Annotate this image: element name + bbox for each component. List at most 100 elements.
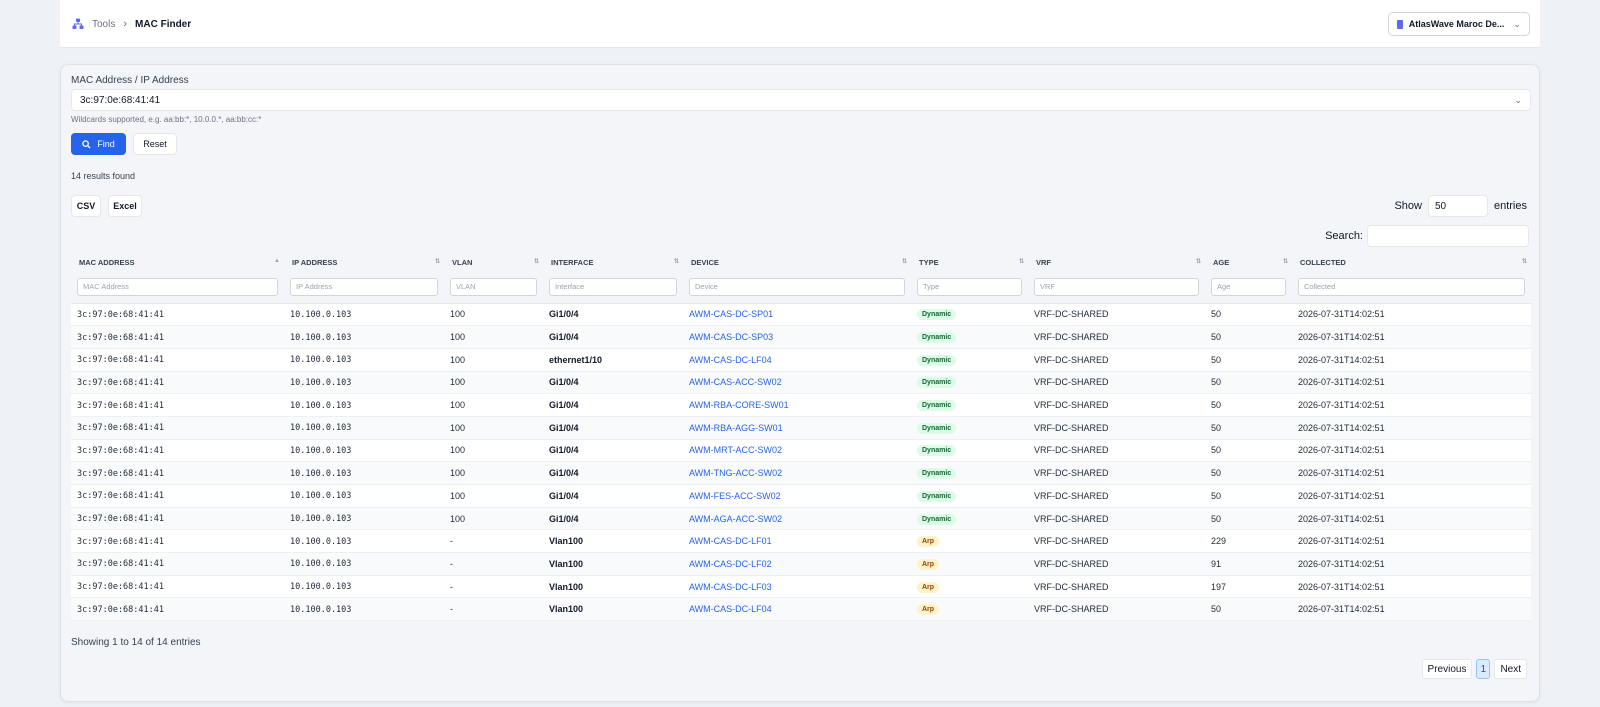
building-icon	[1397, 19, 1403, 29]
ip-cell: 10.100.0.103	[290, 536, 352, 547]
device-link-container: AWM-TNG-ACC-SW02	[683, 461, 911, 485]
ip-cell: 10.100.0.103	[290, 377, 352, 388]
column-header[interactable]: IP ADDRESS ⇅	[284, 251, 444, 273]
column-filter-input[interactable]: Collected	[1298, 277, 1525, 296]
column-header[interactable]: DEVICE ⇅	[683, 251, 911, 273]
find-button[interactable]: Find	[71, 133, 126, 155]
vrf-cell: VRF-DC-SHARED	[1034, 354, 1109, 365]
column-header[interactable]: COLLECTED ⇅	[1292, 251, 1531, 273]
age-cell: 50	[1211, 354, 1222, 365]
device-link[interactable]: AWM-MRT-ACC-SW02	[689, 445, 782, 455]
device-link-container: AWM-MRT-ACC-SW02	[683, 439, 911, 463]
column-header[interactable]: VRF ⇅	[1028, 251, 1205, 273]
vlan-cell-container: 100	[444, 325, 543, 349]
column-filter-input[interactable]: IP Address	[290, 277, 438, 296]
device-link[interactable]: AWM-CAS-DC-SP03	[689, 332, 773, 342]
column-header[interactable]: TYPE ⇅	[911, 251, 1028, 273]
table-header-row: MAC ADDRESS ▲ IP ADDRESS ⇅ VLAN ⇅ INTERFACE ⇅ DE…	[71, 251, 1531, 273]
age-cell: 50	[1211, 377, 1222, 388]
device-link[interactable]: AWM-TNG-ACC-SW02	[689, 468, 782, 478]
interface-cell-container: Vlan100	[543, 575, 683, 599]
interface-cell-container: Vlan100	[543, 552, 683, 576]
vrf-cell: VRF-DC-SHARED	[1034, 422, 1109, 433]
previous-page-button[interactable]: Previous	[1421, 659, 1473, 679]
interface-cell-container: ethernet1/10	[543, 348, 683, 372]
table-search: Search:	[1325, 225, 1529, 247]
device-link[interactable]: AWM-CAS-DC-LF01	[689, 536, 772, 546]
column-filter-input[interactable]: VRF	[1034, 277, 1199, 296]
column-header[interactable]: MAC ADDRESS ▲	[71, 251, 284, 273]
age-cell-container: 197	[1205, 575, 1292, 599]
ip-cell: 10.100.0.103	[290, 468, 352, 479]
column-filter-input[interactable]: Age	[1211, 277, 1286, 296]
mac-cell-container: 3c:97:0e:68:41:41	[71, 484, 284, 508]
ip-cell-container: 10.100.0.103	[284, 303, 444, 327]
device-link[interactable]: AWM-RBA-CORE-SW01	[689, 400, 789, 410]
age-cell: 50	[1211, 445, 1222, 456]
column-filter-input[interactable]: VLAN	[450, 277, 537, 296]
device-link[interactable]: AWM-AGA-ACC-SW02	[689, 514, 782, 524]
interface-cell-container: Gi1/0/4	[543, 439, 683, 463]
current-page-button[interactable]: 1	[1476, 659, 1491, 679]
interface-cell: Gi1/0/4	[549, 332, 579, 343]
column-header[interactable]: AGE ⇅	[1205, 251, 1292, 273]
mac-cell-container: 3c:97:0e:68:41:41	[71, 439, 284, 463]
ip-cell-container: 10.100.0.103	[284, 484, 444, 508]
next-page-button[interactable]: Next	[1494, 659, 1527, 679]
type-badge-container: Dynamic	[911, 393, 1028, 417]
device-link[interactable]: AWM-CAS-DC-LF04	[689, 604, 772, 614]
table-search-label: Search:	[1325, 230, 1363, 242]
collected-cell-container: 2026-07-31T14:02:51	[1292, 529, 1531, 554]
device-link[interactable]: AWM-FES-ACC-SW02	[689, 491, 781, 501]
vrf-cell: VRF-DC-SHARED	[1034, 490, 1109, 501]
vlan-cell-container: 100	[444, 439, 543, 463]
column-header[interactable]: INTERFACE ⇅	[543, 251, 683, 273]
column-filter-input[interactable]: Type	[917, 277, 1022, 296]
table-search-input[interactable]	[1367, 225, 1529, 247]
vlan-cell-container: -	[444, 575, 543, 599]
column-filter-cell: Type	[911, 273, 1028, 304]
table-row: 3c:97:0e:68:41:41 10.100.0.103 100 Gi1/0/4 A…	[71, 484, 1531, 508]
collected-cell: 2026-07-31T14:02:51	[1298, 422, 1385, 433]
vrf-cell-container: VRF-DC-SHARED	[1028, 461, 1205, 485]
reset-button[interactable]: Reset	[133, 133, 177, 155]
device-link-container: AWM-CAS-ACC-SW02	[683, 371, 911, 395]
column-filter-input[interactable]: Device	[689, 277, 905, 296]
type-badge-container: Dynamic	[911, 416, 1028, 440]
column-filter-input[interactable]: MAC Address	[77, 277, 278, 296]
device-link[interactable]: AWM-CAS-DC-LF02	[689, 559, 772, 569]
device-link[interactable]: AWM-CAS-ACC-SW02	[689, 377, 782, 387]
mac-ip-search-input[interactable]: 3c:97:0e:68:41:41 ⌄	[71, 89, 1531, 111]
ip-cell: 10.100.0.103	[290, 491, 352, 502]
interface-cell: Gi1/0/4	[549, 400, 579, 411]
mac-cell-container: 3c:97:0e:68:41:41	[71, 507, 284, 531]
age-cell-container: 50	[1205, 507, 1292, 531]
collected-cell: 2026-07-31T14:02:51	[1298, 513, 1385, 524]
table-row: 3c:97:0e:68:41:41 10.100.0.103 100 Gi1/0/4 A…	[71, 371, 1531, 395]
type-badge-container: Dynamic	[911, 484, 1028, 508]
type-badge-container: Dynamic	[911, 348, 1028, 372]
column-filter-input[interactable]: Interface	[549, 277, 677, 296]
type-badge: Arp	[917, 536, 940, 548]
find-button-label: Find	[97, 139, 115, 149]
device-link[interactable]: AWM-CAS-DC-SP01	[689, 309, 773, 319]
column-header[interactable]: VLAN ⇅	[444, 251, 543, 273]
breadcrumb-tools-link[interactable]: Tools	[92, 19, 115, 30]
interface-cell: Gi1/0/4	[549, 422, 579, 433]
device-link[interactable]: AWM-RBA-AGG-SW01	[689, 423, 783, 433]
device-link[interactable]: AWM-CAS-DC-LF03	[689, 582, 772, 592]
interface-cell: Gi1/0/4	[549, 445, 579, 456]
table-row: 3c:97:0e:68:41:41 10.100.0.103 100 Gi1/0/4 A…	[71, 325, 1531, 349]
interface-cell: Gi1/0/4	[549, 490, 579, 501]
vrf-cell-container: VRF-DC-SHARED	[1028, 325, 1205, 349]
interface-cell-container: Gi1/0/4	[543, 325, 683, 349]
export-excel-button[interactable]: Excel	[108, 195, 142, 217]
export-csv-button[interactable]: CSV	[71, 195, 101, 217]
ip-cell: 10.100.0.103	[290, 559, 352, 570]
tenant-selector[interactable]: AtlasWave Maroc De... ⌄	[1388, 12, 1530, 36]
vrf-cell: VRF-DC-SHARED	[1034, 445, 1109, 456]
page-length-select[interactable]: 50	[1427, 195, 1488, 217]
device-link[interactable]: AWM-CAS-DC-LF04	[689, 355, 772, 365]
vlan-cell-container: -	[444, 529, 543, 554]
ip-cell: 10.100.0.103	[290, 332, 352, 343]
